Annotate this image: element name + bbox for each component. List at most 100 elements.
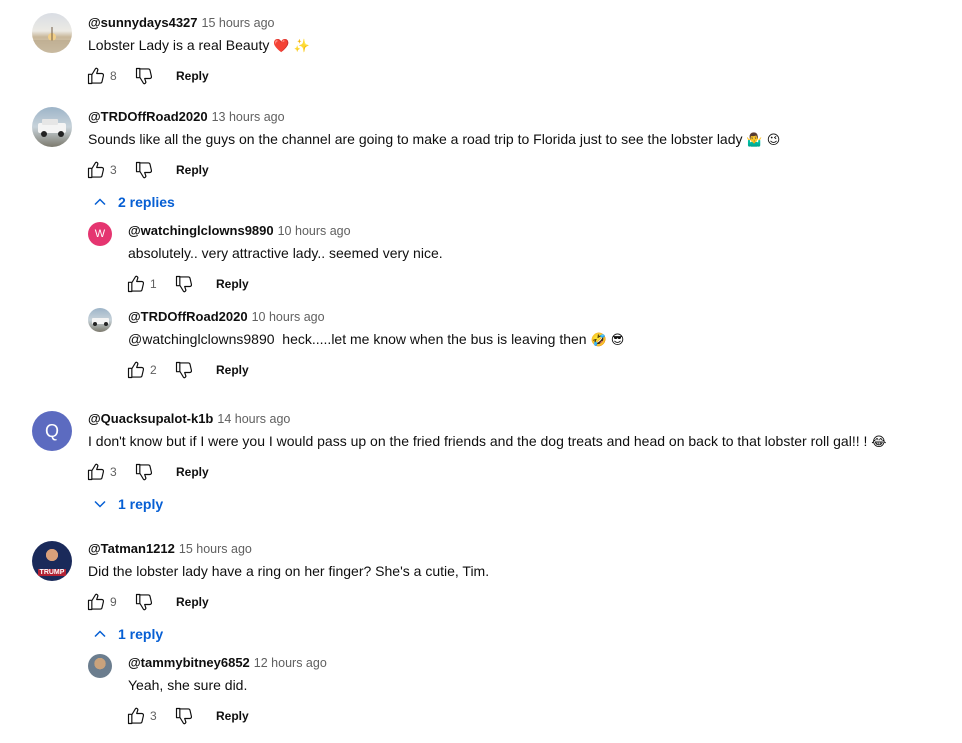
like-count: 9 [110, 595, 117, 609]
thumb-down-icon [134, 462, 154, 482]
thumb-up-icon [126, 274, 146, 294]
like-count: 1 [150, 277, 157, 291]
avatar-letter: Q [44, 420, 59, 441]
thumb-down-icon [134, 160, 154, 180]
reply-time[interactable]: 10 hours ago [252, 310, 325, 324]
comment-header: @Tatman1212 15 hours ago [88, 541, 252, 556]
reply-time[interactable]: 10 hours ago [278, 224, 351, 238]
thumb-down-icon [134, 592, 154, 612]
reply-text: Yeah, she sure did. [128, 677, 248, 693]
dislike-button[interactable] [132, 460, 156, 484]
comment-header: @TRDOffRoad2020 13 hours ago [88, 109, 285, 124]
thumb-up-icon [126, 706, 146, 726]
truck-avatar-icon [38, 119, 66, 137]
comment-actions: 9 Reply [84, 590, 209, 614]
avatar-letter: W [94, 228, 106, 240]
reply-button[interactable]: Reply [176, 595, 209, 609]
comment-author[interactable]: @Tatman1212 [88, 541, 175, 556]
comment-author[interactable]: @TRDOffRoad2020 [88, 109, 208, 124]
avatar[interactable]: W [88, 222, 112, 246]
dislike-button[interactable] [172, 704, 196, 728]
reply-button[interactable]: Reply [176, 69, 209, 83]
reply-actions: 1 Reply [124, 272, 249, 296]
toggle-replies-button[interactable]: 2 replies [92, 194, 175, 210]
thumb-up-icon [86, 592, 106, 612]
thumb-down-icon [174, 706, 194, 726]
comment-time[interactable]: 15 hours ago [202, 16, 275, 30]
like-count: 3 [150, 709, 157, 723]
thumb-up-icon [86, 160, 106, 180]
like-button[interactable] [84, 590, 108, 614]
comment-author[interactable]: @sunnydays4327 [88, 15, 198, 30]
dislike-button[interactable] [132, 590, 156, 614]
like-button[interactable] [124, 358, 148, 382]
thumb-up-icon [86, 66, 106, 86]
reply-author[interactable]: @watchinglclowns9890 [128, 223, 274, 238]
reply-header: @tammybitney6852 12 hours ago [128, 655, 327, 670]
like-count: 3 [110, 163, 117, 177]
dislike-button[interactable] [132, 158, 156, 182]
chevron-up-icon [94, 198, 106, 206]
comment-actions: 8 Reply [84, 64, 209, 88]
avatar[interactable] [88, 654, 112, 678]
like-button[interactable] [84, 460, 108, 484]
like-button[interactable] [84, 158, 108, 182]
emoji: ❤️ ✨ [273, 39, 310, 54]
reply-button[interactable]: Reply [216, 363, 249, 377]
emoji: 🤷‍♂️ 😉 [746, 133, 781, 148]
thumb-down-icon [174, 274, 194, 294]
reply-time[interactable]: 12 hours ago [254, 656, 327, 670]
comment-text: I don't know but if I were you I would p… [88, 433, 887, 450]
reply-author[interactable]: @TRDOffRoad2020 [128, 309, 248, 324]
dislike-button[interactable] [172, 272, 196, 296]
avatar[interactable] [88, 308, 112, 332]
avatar[interactable] [32, 13, 72, 53]
reply-actions: 2 Reply [124, 358, 249, 382]
reply-button[interactable]: Reply [216, 277, 249, 291]
reply-button[interactable]: Reply [216, 709, 249, 723]
dislike-button[interactable] [172, 358, 196, 382]
truck-avatar-icon [92, 318, 109, 326]
comment-actions: 3 Reply [84, 460, 209, 484]
like-count: 2 [150, 363, 157, 377]
emoji: 🤣 😎 [590, 333, 625, 348]
comment-text: Lobster Lady is a real Beauty ❤️ ✨ [88, 37, 310, 54]
like-button[interactable] [124, 704, 148, 728]
comment-header: @Quacksupalot-k1b 14 hours ago [88, 411, 290, 426]
avatar[interactable] [32, 107, 72, 147]
like-button[interactable] [124, 272, 148, 296]
comment-text: Sounds like all the guys on the channel … [88, 131, 781, 148]
toggle-replies-button[interactable]: 1 reply [92, 496, 163, 512]
chevron-up-icon [94, 630, 106, 638]
reply-header: @watchinglclowns9890 10 hours ago [128, 223, 351, 238]
comment-text: Did the lobster lady have a ring on her … [88, 563, 490, 579]
comment-header: @sunnydays4327 15 hours ago [88, 15, 275, 30]
toggle-replies-button[interactable]: 1 reply [92, 626, 163, 642]
comment-time[interactable]: 15 hours ago [179, 542, 252, 556]
thumb-up-icon [86, 462, 106, 482]
like-button[interactable] [84, 64, 108, 88]
reply-text: absolutely.. very attractive lady.. seem… [128, 245, 443, 261]
reply-actions: 3 Reply [124, 704, 249, 728]
reply-header: @TRDOffRoad2020 10 hours ago [128, 309, 325, 324]
thumb-down-icon [134, 66, 154, 86]
dislike-button[interactable] [132, 64, 156, 88]
reply-author[interactable]: @tammybitney6852 [128, 655, 250, 670]
like-count: 3 [110, 465, 117, 479]
reply-button[interactable]: Reply [176, 163, 209, 177]
like-count: 8 [110, 69, 117, 83]
emoji: 😂 [871, 435, 887, 450]
comment-time[interactable]: 13 hours ago [212, 110, 285, 124]
thumb-up-icon [126, 360, 146, 380]
avatar-caption: TRUMP [37, 569, 67, 576]
chevron-down-icon [94, 500, 106, 508]
comment-author[interactable]: @Quacksupalot-k1b [88, 411, 213, 426]
sunset-avatar-icon [32, 27, 72, 53]
avatar[interactable]: TRUMP [32, 541, 72, 581]
avatar[interactable]: Q [32, 411, 72, 451]
reply-text: @watchinglclowns9890 heck.....let me kno… [128, 331, 625, 348]
reply-button[interactable]: Reply [176, 465, 209, 479]
thumb-down-icon [174, 360, 194, 380]
comment-time[interactable]: 14 hours ago [217, 412, 290, 426]
comment-actions: 3 Reply [84, 158, 209, 182]
